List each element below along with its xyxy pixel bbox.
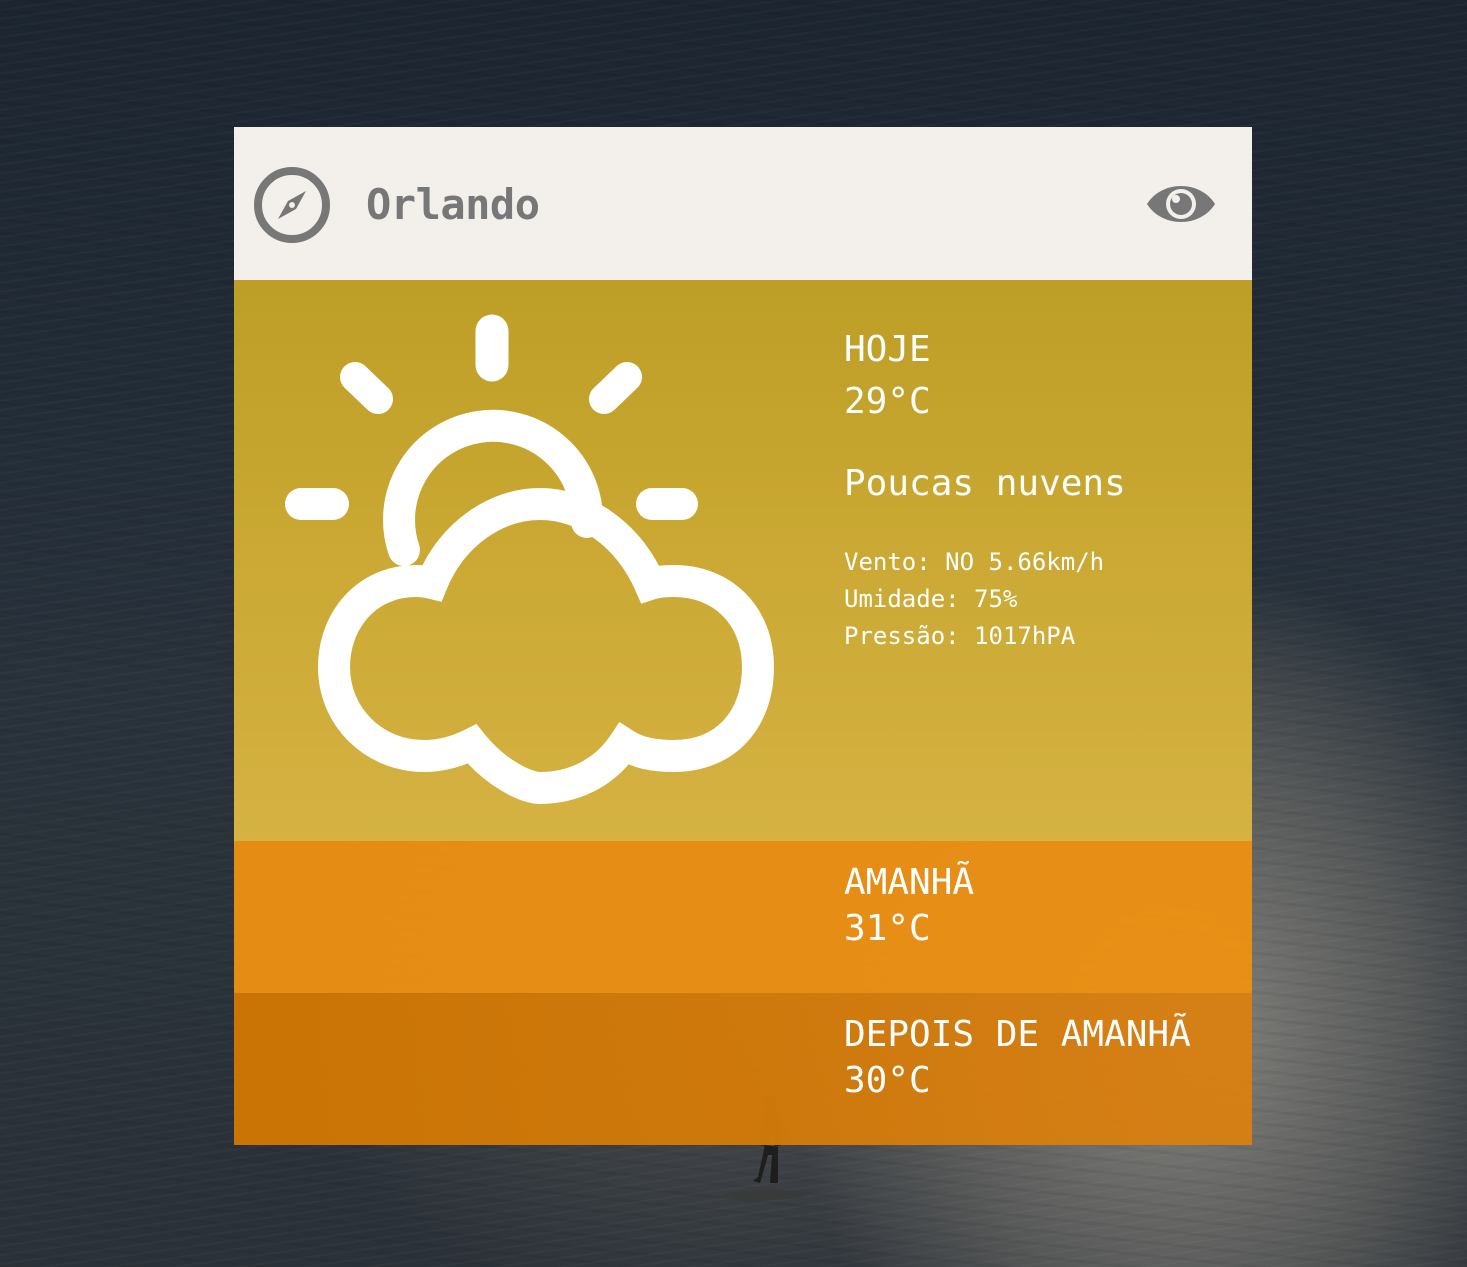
today-details: Vento: NO 5.66km/h Umidade: 75% Pressão:…	[844, 544, 1126, 655]
today-description: Poucas nuvens	[844, 463, 1126, 504]
compass-icon[interactable]	[252, 165, 332, 245]
city-name: Orlando	[366, 180, 540, 229]
today-temperature: 29°C	[844, 381, 931, 422]
partly-cloudy-icon	[285, 314, 775, 805]
day-after-panel[interactable]: DEPOIS DE AMANHÃ 30°C	[234, 993, 1252, 1145]
tomorrow-panel[interactable]: AMANHÃ 31°C	[234, 841, 1252, 993]
wind-text: Vento: NO 5.66km/h	[844, 548, 1105, 576]
today-info: HOJE 29°C Poucas nuvens Vento: NO 5.66km…	[844, 324, 1126, 655]
tomorrow-label: AMANHÃ	[844, 862, 975, 903]
day-after-temperature: 30°C	[844, 1060, 931, 1101]
tomorrow-temperature: 31°C	[844, 908, 931, 949]
eye-icon[interactable]	[1144, 177, 1218, 231]
day-after-label: DEPOIS DE AMANHÃ	[844, 1014, 1191, 1055]
today-panel: HOJE 29°C Poucas nuvens Vento: NO 5.66km…	[234, 280, 1252, 841]
humidity-text: Umidade: 75%	[844, 585, 1018, 613]
tomorrow-info: AMANHÃ 31°C	[844, 857, 974, 955]
card-header: Orlando	[234, 127, 1252, 280]
today-label: HOJE	[844, 329, 931, 370]
weather-card: Orlando HOJE 29°C Poucas nuvens Vento: N…	[234, 127, 1252, 1145]
day-after-info: DEPOIS DE AMANHÃ 30°C	[844, 1009, 1191, 1107]
pressure-text: Pressão: 1017hPA	[844, 622, 1076, 650]
